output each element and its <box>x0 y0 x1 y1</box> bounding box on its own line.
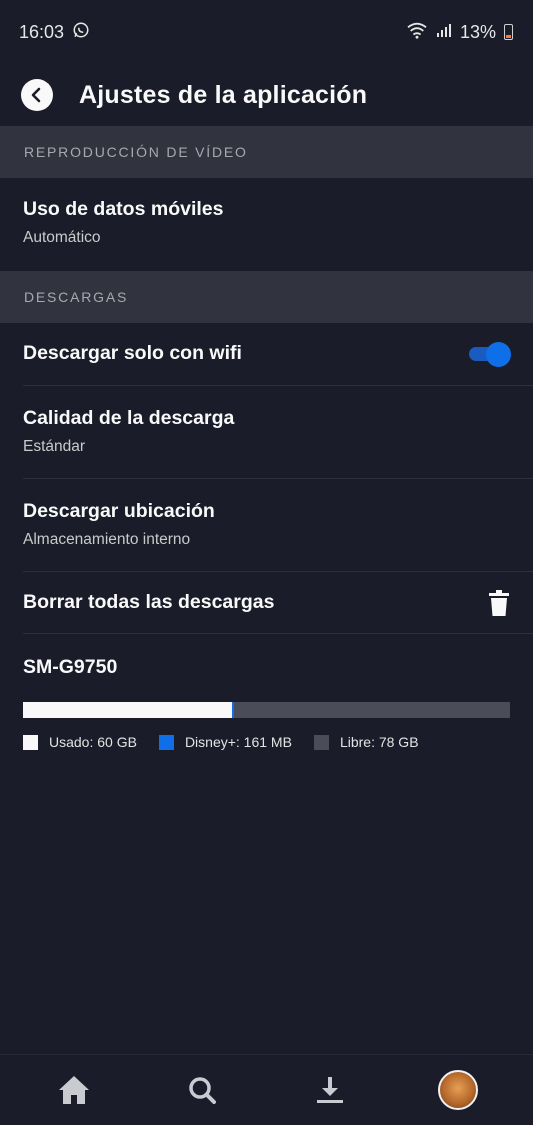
legend-label: Libre: 78 GB <box>339 734 419 750</box>
setting-value: Estándar <box>23 438 86 455</box>
section-header-downloads: DESCARGAS <box>0 271 533 323</box>
legend-label: Usado: 60 GB <box>49 734 137 750</box>
chevron-left-icon <box>31 87 41 103</box>
setting-wifi-only: Descargar solo con wifi <box>0 342 533 365</box>
legend-free: Libre: 78 GB <box>313 734 419 750</box>
setting-title: Calidad de la descarga <box>23 407 235 429</box>
storage-device: SM-G9750 <box>0 656 533 679</box>
nav-downloads[interactable] <box>310 1070 350 1110</box>
divider <box>23 385 533 386</box>
setting-title: Descargar solo con wifi <box>23 342 242 364</box>
storage-legend: Usado: 60 GB Disney+: 161 MB Libre: 78 G… <box>23 734 441 750</box>
toggle-knob <box>486 342 511 367</box>
legend-disney: Disney+: 161 MB <box>158 734 292 750</box>
nav-profile[interactable] <box>438 1070 478 1110</box>
legend-label: Disney+: 161 MB <box>184 734 292 750</box>
divider <box>23 633 533 634</box>
search-icon <box>189 1077 216 1104</box>
bottom-navigation <box>0 1054 533 1125</box>
back-button[interactable] <box>21 79 53 111</box>
setting-value: Automático <box>23 229 101 246</box>
setting-download-location[interactable]: Descargar ubicación Almacenamiento inter… <box>0 500 533 549</box>
profile-avatar <box>438 1070 478 1110</box>
wifi-only-toggle[interactable] <box>469 342 511 367</box>
setting-value: Almacenamiento interno <box>23 531 191 548</box>
wifi-icon <box>406 21 428 44</box>
setting-delete-all[interactable]: Borrar todas las descargas <box>0 591 533 614</box>
divider <box>23 478 533 479</box>
page-title: Ajustes de la aplicación <box>79 80 368 109</box>
setting-download-quality[interactable]: Calidad de la descarga Estándar <box>0 407 533 456</box>
device-name: SM-G9750 <box>23 656 118 678</box>
divider <box>23 571 533 572</box>
storage-bar <box>23 702 510 718</box>
setting-title: Uso de datos móviles <box>23 198 224 220</box>
section-header-video: REPRODUCCIÓN DE VÍDEO <box>0 126 533 178</box>
nav-search[interactable] <box>182 1070 222 1110</box>
status-time: 16:03 <box>19 21 65 42</box>
signal-icon <box>436 22 452 43</box>
setting-title: Descargar ubicación <box>23 500 215 522</box>
setting-mobile-data[interactable]: Uso de datos móviles Automático <box>0 198 533 247</box>
battery-percentage: 13% <box>459 21 496 42</box>
legend-swatch-free <box>313 734 329 750</box>
whatsapp-icon <box>72 21 90 44</box>
setting-title: Borrar todas las descargas <box>23 591 275 613</box>
download-icon <box>317 1077 343 1103</box>
status-bar: 16:03 13% <box>0 0 533 64</box>
app-header: Ajustes de la aplicación <box>0 64 533 126</box>
legend-swatch-disney <box>158 734 174 750</box>
legend-used: Usado: 60 GB <box>23 734 137 750</box>
battery-icon <box>504 24 513 40</box>
storage-used-fill <box>23 702 233 718</box>
trash-icon[interactable] <box>489 590 509 621</box>
home-icon <box>59 1076 89 1104</box>
storage-disney-fill <box>232 702 235 718</box>
nav-home[interactable] <box>54 1070 94 1110</box>
legend-swatch-used <box>23 734 38 750</box>
